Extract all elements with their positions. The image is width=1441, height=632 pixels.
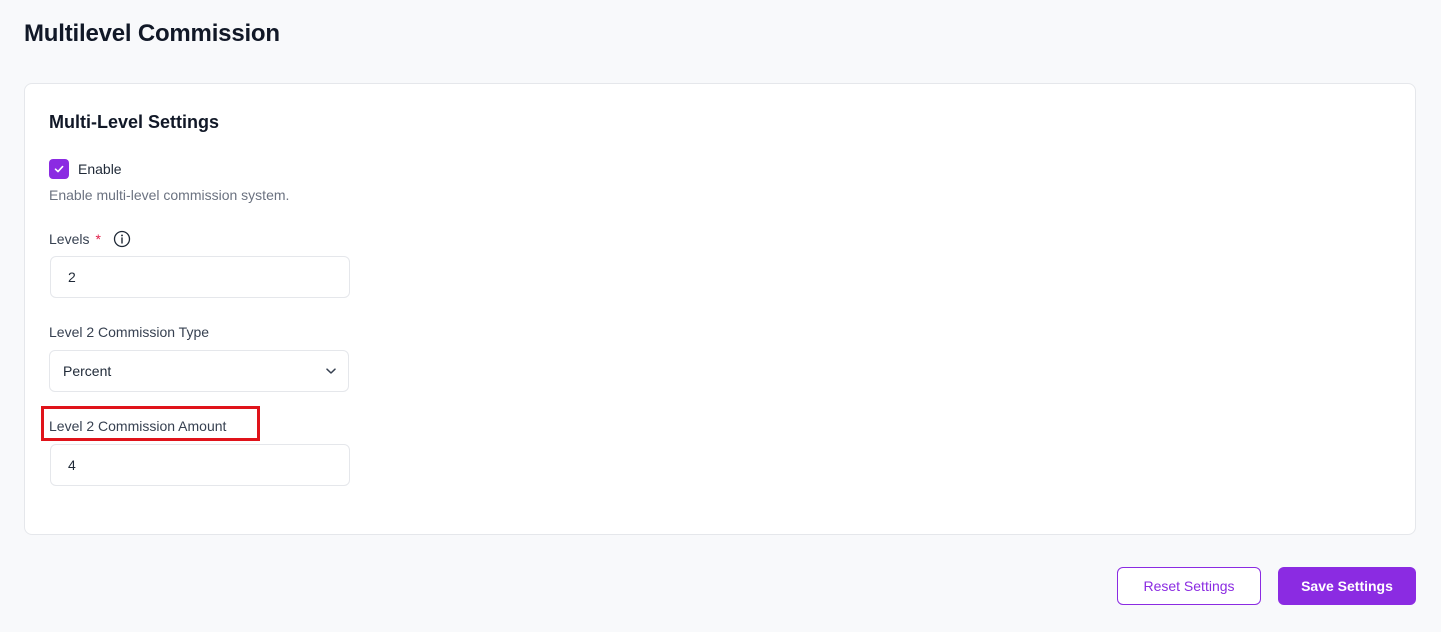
reset-settings-button[interactable]: Reset Settings [1117, 567, 1261, 605]
multi-level-settings-card: Multi-Level Settings Enable Enable multi… [24, 83, 1416, 535]
levels-label: Levels * [49, 230, 131, 248]
required-marker: * [95, 231, 101, 247]
section-title: Multi-Level Settings [49, 112, 220, 132]
page-title: Multilevel Commission [24, 20, 280, 47]
commission-type-select[interactable]: Percent [49, 350, 349, 392]
info-icon[interactable] [113, 230, 131, 248]
enable-checkbox-row[interactable]: Enable [49, 159, 122, 179]
chevron-down-icon [326, 368, 336, 374]
check-icon [54, 165, 64, 173]
commission-type-label: Level 2 Commission Type [49, 324, 210, 340]
enable-checkbox[interactable] [49, 159, 69, 179]
levels-label-text: Levels [49, 231, 90, 247]
levels-input[interactable]: 2 [50, 256, 350, 298]
commission-amount-input[interactable]: 4 [50, 444, 350, 486]
enable-label: Enable [78, 161, 122, 177]
enable-help-text: Enable multi-level commission system. [49, 187, 290, 203]
commission-type-value: Percent [63, 363, 112, 379]
highlight-box [41, 406, 260, 441]
save-settings-button[interactable]: Save Settings [1278, 567, 1416, 605]
